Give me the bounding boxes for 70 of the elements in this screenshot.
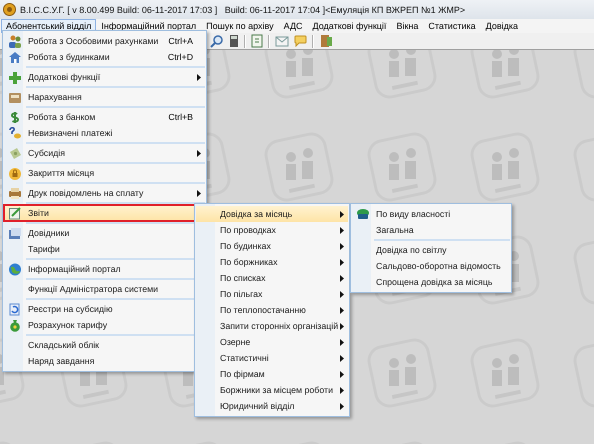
lock-icon <box>8 166 22 180</box>
submenu-arrow-icon <box>340 402 344 410</box>
menu-bar-item[interactable]: Вікна <box>391 18 424 34</box>
printer-icon <box>8 186 22 200</box>
menu-item[interactable]: Довідка по світлу <box>352 242 510 258</box>
menu-item[interactable]: Запити сторонніх організацій <box>196 318 348 334</box>
submenu-arrow-icon <box>340 210 344 218</box>
window-title: В.І.С.С.У.Г. [ v 8.00.499 Build: 06-11-2017 17:03 ] Build: 06-11-2017 17:04 ]<Емуляція КП ВЖРЕП №1 ЖМР> <box>20 4 466 14</box>
question-coins-icon <box>8 126 22 140</box>
submenu-arrow-icon <box>340 338 344 346</box>
submenu-arrow-icon <box>340 322 344 330</box>
menu-item[interactable]: Закриття місяця <box>4 165 206 181</box>
menu-item[interactable]: Додаткові функції <box>4 69 206 85</box>
submenu-arrow-icon <box>340 306 344 314</box>
house-icon <box>8 50 22 64</box>
menu-item[interactable]: Робота з Особовими рахунками Ctrl+A <box>4 33 206 49</box>
document-icon[interactable] <box>251 34 263 48</box>
menu-item[interactable]: Друк повідомлень на сплату <box>4 185 206 201</box>
report-icon <box>8 206 22 220</box>
globe-icon <box>8 262 22 276</box>
menu-item[interactable]: Сальдово-оборотна відомость <box>352 258 510 274</box>
menu-item[interactable]: Субсидія <box>4 145 206 161</box>
submenu-arrow-icon <box>197 190 202 196</box>
chat-icon[interactable] <box>294 35 307 47</box>
dollar-icon <box>8 110 22 124</box>
menu-item[interactable]: По боржниках <box>196 254 348 270</box>
submenu-arrow-icon <box>340 370 344 378</box>
menu-bar-item[interactable]: Статистика <box>423 18 481 34</box>
submenu-arrow-icon <box>340 258 344 266</box>
submenu-arrow-icon <box>340 274 344 282</box>
menu-item[interactable]: Юридичний відділ <box>196 398 348 414</box>
menu-item[interactable]: По проводках <box>196 222 348 238</box>
menu-item[interactable]: Боржники за місцем роботи <box>196 382 348 398</box>
book-stack-icon <box>356 208 370 220</box>
envelope-icon[interactable] <box>275 35 289 47</box>
submenu-arrow-icon <box>340 242 344 250</box>
app-logo-icon <box>3 3 16 16</box>
search-icon[interactable] <box>210 34 224 48</box>
menu-item[interactable]: По списках <box>196 270 348 286</box>
exit-door-icon[interactable] <box>319 34 333 48</box>
menu-item[interactable]: По пільгах <box>196 286 348 302</box>
menu-item[interactable]: Загальна <box>352 222 510 238</box>
menu-item[interactable]: По будинках <box>196 238 348 254</box>
submenu-arrow-icon <box>340 354 344 362</box>
plus-icon <box>8 70 22 84</box>
menu-item[interactable]: Озерне <box>196 334 348 350</box>
menu-item[interactable]: Невизначені платежі <box>4 125 206 141</box>
menu-item[interactable]: По фірмам <box>196 366 348 382</box>
menu-item[interactable]: Спрощена довідка за місяць <box>352 274 510 290</box>
menu-bar-item[interactable]: Довідка <box>480 18 524 34</box>
people-icon <box>8 34 22 48</box>
menu-bar-item[interactable]: Інформаційний портал <box>96 18 202 34</box>
menu-bar-item[interactable]: Пошук по архіву <box>201 18 279 34</box>
menu-item[interactable]: По виду власності <box>352 206 510 222</box>
menu-item[interactable]: Статистичні <box>196 350 348 366</box>
book-icon <box>8 226 22 240</box>
menu-item[interactable]: По теплопостачанню <box>196 302 348 318</box>
menu-bar-item[interactable]: АДС <box>278 18 308 34</box>
menu-item[interactable]: Нарахування <box>4 89 206 105</box>
menu-item[interactable]: Робота з банком Ctrl+B <box>4 109 206 125</box>
document-refresh-icon <box>8 302 22 316</box>
submenu-arrow-icon <box>340 290 344 298</box>
submenu-arrow-icon <box>197 150 202 156</box>
menu-item[interactable]: Робота з будинками Ctrl+D <box>4 49 206 65</box>
menu-item[interactable]: Довідка за місяць <box>196 206 348 222</box>
submenu-arrow-icon <box>197 74 202 80</box>
submenu-arrow-icon <box>340 226 344 234</box>
submenu-arrow-icon <box>340 386 344 394</box>
menu-bar-item[interactable]: Додаткові функції <box>308 18 392 34</box>
money-bag-icon <box>8 318 22 332</box>
